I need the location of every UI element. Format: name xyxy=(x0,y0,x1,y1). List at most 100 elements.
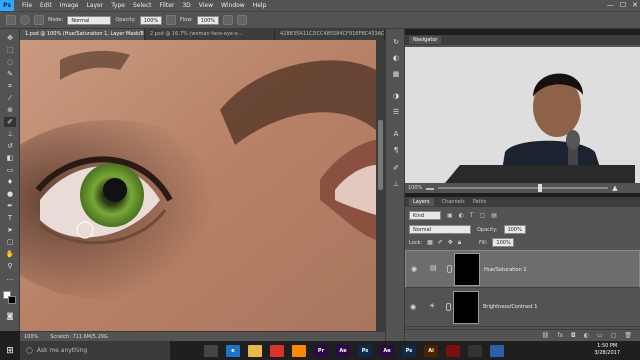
zoom-in-icon[interactable]: ▲ xyxy=(612,184,617,192)
fill-field[interactable]: 100% xyxy=(492,238,515,247)
menu-edit[interactable]: Edit xyxy=(36,2,56,9)
new-group-icon[interactable]: ▭ xyxy=(597,332,603,339)
document-canvas[interactable] xyxy=(20,40,376,331)
brush-tool-icon[interactable]: ✐ xyxy=(4,117,16,127)
gradient-tool-icon[interactable]: ▭ xyxy=(4,165,16,175)
zoom-out-icon[interactable] xyxy=(426,186,435,190)
layer-brightness-contrast[interactable]: ◉ ☀ Brightness/Contrast 1 xyxy=(405,289,640,327)
taskbar-app-4[interactable] xyxy=(292,344,306,357)
menu-view[interactable]: View xyxy=(195,2,217,9)
layer-style-icon[interactable]: fx xyxy=(557,332,563,339)
menu-file[interactable]: File xyxy=(18,2,36,9)
quick-select-tool-icon[interactable]: ✎ xyxy=(4,69,16,79)
filter-kind-select[interactable]: Kind xyxy=(409,211,441,220)
taskbar-app-6[interactable]: Ae xyxy=(336,344,350,357)
filter-smart-icon[interactable]: ▤ xyxy=(491,212,497,219)
lock-transparent-icon[interactable]: ▦ xyxy=(427,239,433,246)
brush-preset-icon[interactable] xyxy=(6,15,16,25)
brush-panel-icon[interactable] xyxy=(34,15,44,25)
paragraph-icon[interactable]: ¶ xyxy=(391,145,401,155)
type-tool-icon[interactable]: T xyxy=(4,213,16,223)
quick-mask-icon[interactable]: ◙ xyxy=(4,311,16,321)
tab-paths[interactable]: Paths xyxy=(473,199,487,205)
lock-pixels-icon[interactable]: ✐ xyxy=(438,239,443,246)
brush-panel-icon[interactable]: ✐ xyxy=(391,163,401,173)
visibility-eye-icon[interactable]: ◉ xyxy=(410,303,418,311)
adjustments-icon[interactable]: ◑ xyxy=(391,91,401,101)
crop-tool-icon[interactable]: ⌗ xyxy=(4,81,16,91)
minimize-button[interactable]: — xyxy=(607,0,614,11)
character-icon[interactable]: A xyxy=(391,129,401,139)
navigator-preview[interactable] xyxy=(405,47,640,183)
visibility-eye-icon[interactable]: ◉ xyxy=(411,265,419,273)
blend-mode-select[interactable]: Normal xyxy=(409,225,471,234)
tab-layers[interactable]: Layers xyxy=(409,198,434,206)
properties-icon[interactable]: ☰ xyxy=(391,107,401,117)
healing-brush-icon[interactable]: ⊕ xyxy=(4,105,16,115)
airbrush-icon[interactable] xyxy=(222,15,233,25)
tab-channels[interactable]: Channels xyxy=(442,199,465,205)
taskbar-app-5[interactable]: Pr xyxy=(314,344,328,357)
tab-428b[interactable]: 428B35A11CDCC485584CF916FBC433ADC... xyxy=(275,29,385,40)
taskbar-app-11[interactable] xyxy=(446,344,460,357)
taskbar-app-9[interactable]: Ps xyxy=(402,344,416,357)
taskbar-app-0[interactable] xyxy=(204,344,218,357)
vertical-scrollbar[interactable] xyxy=(376,40,385,331)
lock-all-icon[interactable]: 🔒︎ xyxy=(458,239,461,247)
hand-tool-icon[interactable]: ✋ xyxy=(4,249,16,259)
layer-mask-thumbnail[interactable] xyxy=(454,253,480,286)
taskbar-app-3[interactable] xyxy=(270,344,284,357)
eraser-tool-icon[interactable]: ◧ xyxy=(4,153,16,163)
menu-window[interactable]: Window xyxy=(217,2,249,9)
taskbar-app-10[interactable]: Ai xyxy=(424,344,438,357)
dodge-tool-icon[interactable]: ● xyxy=(4,189,16,199)
menu-filter[interactable]: Filter xyxy=(156,2,179,9)
filter-adjustment-icon[interactable]: ◐ xyxy=(459,212,464,219)
marquee-tool-icon[interactable]: ⬚ xyxy=(4,45,16,55)
eyedropper-tool-icon[interactable]: ⁄ xyxy=(4,93,16,103)
add-mask-icon[interactable]: ◘ xyxy=(571,332,576,339)
swatches-icon[interactable]: ▦ xyxy=(391,69,401,79)
clone-stamp-icon[interactable]: ⊥ xyxy=(4,129,16,139)
tab-2psd[interactable]: 2.psd @ 16.7% (woman-face-eye-e... xyxy=(145,29,275,40)
menu-layer[interactable]: Layer xyxy=(82,2,107,9)
filter-shape-icon[interactable]: ▢ xyxy=(480,212,486,219)
taskbar-app-1[interactable]: e xyxy=(226,344,240,357)
layer-name[interactable]: Hue/Saturation 1 xyxy=(484,266,527,275)
mask-link-icon[interactable] xyxy=(447,265,452,273)
tab-1psd[interactable]: 1.psd @ 100% (Hue/Saturation 1, Layer Ma… xyxy=(20,29,145,40)
layer-hue-saturation[interactable]: ◉ ▤ Hue/Saturation 1 xyxy=(405,250,640,288)
mask-link-icon[interactable] xyxy=(446,303,451,311)
layer-name[interactable]: Brightness/Contrast 1 xyxy=(483,304,537,310)
close-button[interactable]: ✕ xyxy=(632,0,638,11)
mode-select[interactable]: Normal xyxy=(67,15,112,25)
layer-opacity-field[interactable]: 100% xyxy=(503,225,526,234)
menu-3d[interactable]: 3D xyxy=(178,2,194,9)
history-icon[interactable]: ↻ xyxy=(391,37,401,47)
more-tools-icon[interactable]: … xyxy=(4,273,16,283)
menu-help[interactable]: Help xyxy=(249,2,271,9)
taskbar-app-7[interactable]: Ps xyxy=(358,344,372,357)
clone-source-icon[interactable]: ⊥ xyxy=(391,179,401,189)
move-tool-icon[interactable]: ✥ xyxy=(4,33,16,43)
taskbar-app-8[interactable]: Ae xyxy=(380,344,394,357)
navigator-zoom-value[interactable]: 100% xyxy=(408,185,422,191)
pressure-size-icon[interactable] xyxy=(236,15,247,25)
flow-field[interactable]: 100% xyxy=(196,15,219,25)
taskbar-app-13[interactable] xyxy=(490,344,504,357)
link-layers-icon[interactable]: ⛓ xyxy=(542,332,550,339)
delete-layer-icon[interactable]: 🗑︎ xyxy=(624,332,632,339)
blur-tool-icon[interactable]: ♦ xyxy=(4,177,16,187)
layer-mask-thumbnail[interactable] xyxy=(453,291,479,324)
new-layer-icon[interactable]: ▢ xyxy=(611,332,617,339)
color-icon[interactable]: ◐ xyxy=(391,53,401,63)
opacity-field[interactable]: 100% xyxy=(139,15,162,25)
brush-size-icon[interactable] xyxy=(20,15,30,25)
zoom-tool-icon[interactable]: ⚲ xyxy=(4,261,16,271)
history-brush-icon[interactable]: ↺ xyxy=(4,141,16,151)
pressure-opacity-icon[interactable] xyxy=(165,15,176,25)
maximize-button[interactable]: ☐ xyxy=(620,0,626,11)
menu-image[interactable]: Image xyxy=(56,2,83,9)
taskbar-app-2[interactable] xyxy=(248,344,262,357)
lasso-tool-icon[interactable]: ◌ xyxy=(4,57,16,67)
